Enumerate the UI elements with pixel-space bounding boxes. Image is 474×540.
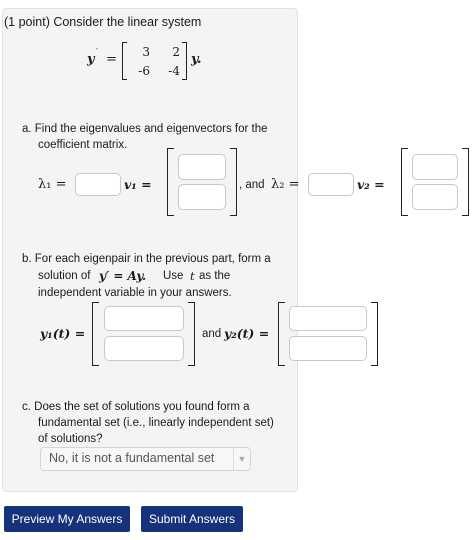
lambda1-label: λ₁ =: [38, 177, 67, 192]
part-b-line2-post: Use: [163, 270, 184, 282]
system-rhs: y.: [191, 52, 202, 67]
part-c-line3: of solutions?: [38, 433, 103, 445]
part-c-line2: fundamental set (i.e., linearly independ…: [38, 417, 274, 429]
and-text-a: , and: [239, 179, 265, 191]
matrix-cell-2-1: -6: [138, 64, 150, 78]
preview-answers-button[interactable]: Preview My Answers: [4, 506, 130, 532]
part-a-line1: a. Find the eigenvalues and eigenvectors…: [22, 123, 268, 135]
v2-bracket-right: [462, 148, 469, 216]
v1-component-1-input[interactable]: [178, 154, 226, 180]
y1-label: y₁(t) =: [40, 326, 86, 341]
part-b-line2-end: as the: [199, 270, 231, 282]
v1-bracket-left: [167, 148, 174, 216]
system-equals: =: [106, 52, 117, 67]
y1-component-1-input[interactable]: [104, 306, 184, 331]
v1-bracket-right: [230, 148, 237, 216]
chevron-down-icon: ▼: [233, 448, 250, 470]
submit-answers-button[interactable]: Submit Answers: [141, 506, 243, 532]
fundamental-set-select-value: No, it is not a fundamental set: [49, 451, 215, 465]
lambda2-label: λ₂ =: [271, 177, 300, 192]
y2-bracket-right: [371, 302, 378, 366]
v1-component-2-input[interactable]: [178, 184, 226, 210]
system-matrix-bracket-left: [122, 42, 127, 80]
v2-component-1-input[interactable]: [412, 154, 458, 180]
part-a-line2: coefficient matrix.: [38, 139, 128, 151]
part-b-line2-pre: solution of: [38, 270, 91, 282]
and-text-b: and: [202, 328, 222, 340]
y2-component-2-input[interactable]: [289, 336, 367, 361]
matrix-cell-2-2: -4: [168, 64, 180, 78]
y2-label: y₂(t) =: [224, 326, 270, 341]
lambda1-input[interactable]: [75, 173, 121, 196]
y1-bracket-left: [92, 302, 99, 366]
y1-bracket-right: [188, 302, 195, 366]
y2-bracket-left: [278, 302, 285, 366]
matrix-cell-1-1: 3: [142, 45, 150, 59]
fundamental-set-select[interactable]: No, it is not a fundamental set ▼: [40, 447, 251, 471]
v2-bracket-left: [401, 148, 408, 216]
part-b-line3: independent variable in your answers.: [38, 287, 232, 299]
matrix-cell-1-2: 2: [172, 45, 180, 59]
part-c-line1: c. Does the set of solutions you found f…: [22, 401, 250, 413]
prime-mark-icon: ′: [96, 47, 98, 56]
problem-intro: (1 point) Consider the linear system: [4, 15, 202, 29]
lambda2-input[interactable]: [308, 173, 354, 196]
y2-component-1-input[interactable]: [289, 306, 367, 331]
v2-component-2-input[interactable]: [412, 184, 458, 210]
part-b-equation: y′ = Ay.: [99, 269, 147, 283]
system-matrix-bracket-right: [182, 42, 187, 80]
part-b-line1: b. For each eigenpair in the previous pa…: [22, 253, 271, 265]
v1-label: v₁ =: [124, 177, 152, 192]
system-lhs: y: [87, 52, 95, 67]
y1-component-2-input[interactable]: [104, 336, 184, 361]
v2-label: v₂ =: [357, 177, 385, 192]
part-b-t-var: t: [190, 269, 195, 283]
